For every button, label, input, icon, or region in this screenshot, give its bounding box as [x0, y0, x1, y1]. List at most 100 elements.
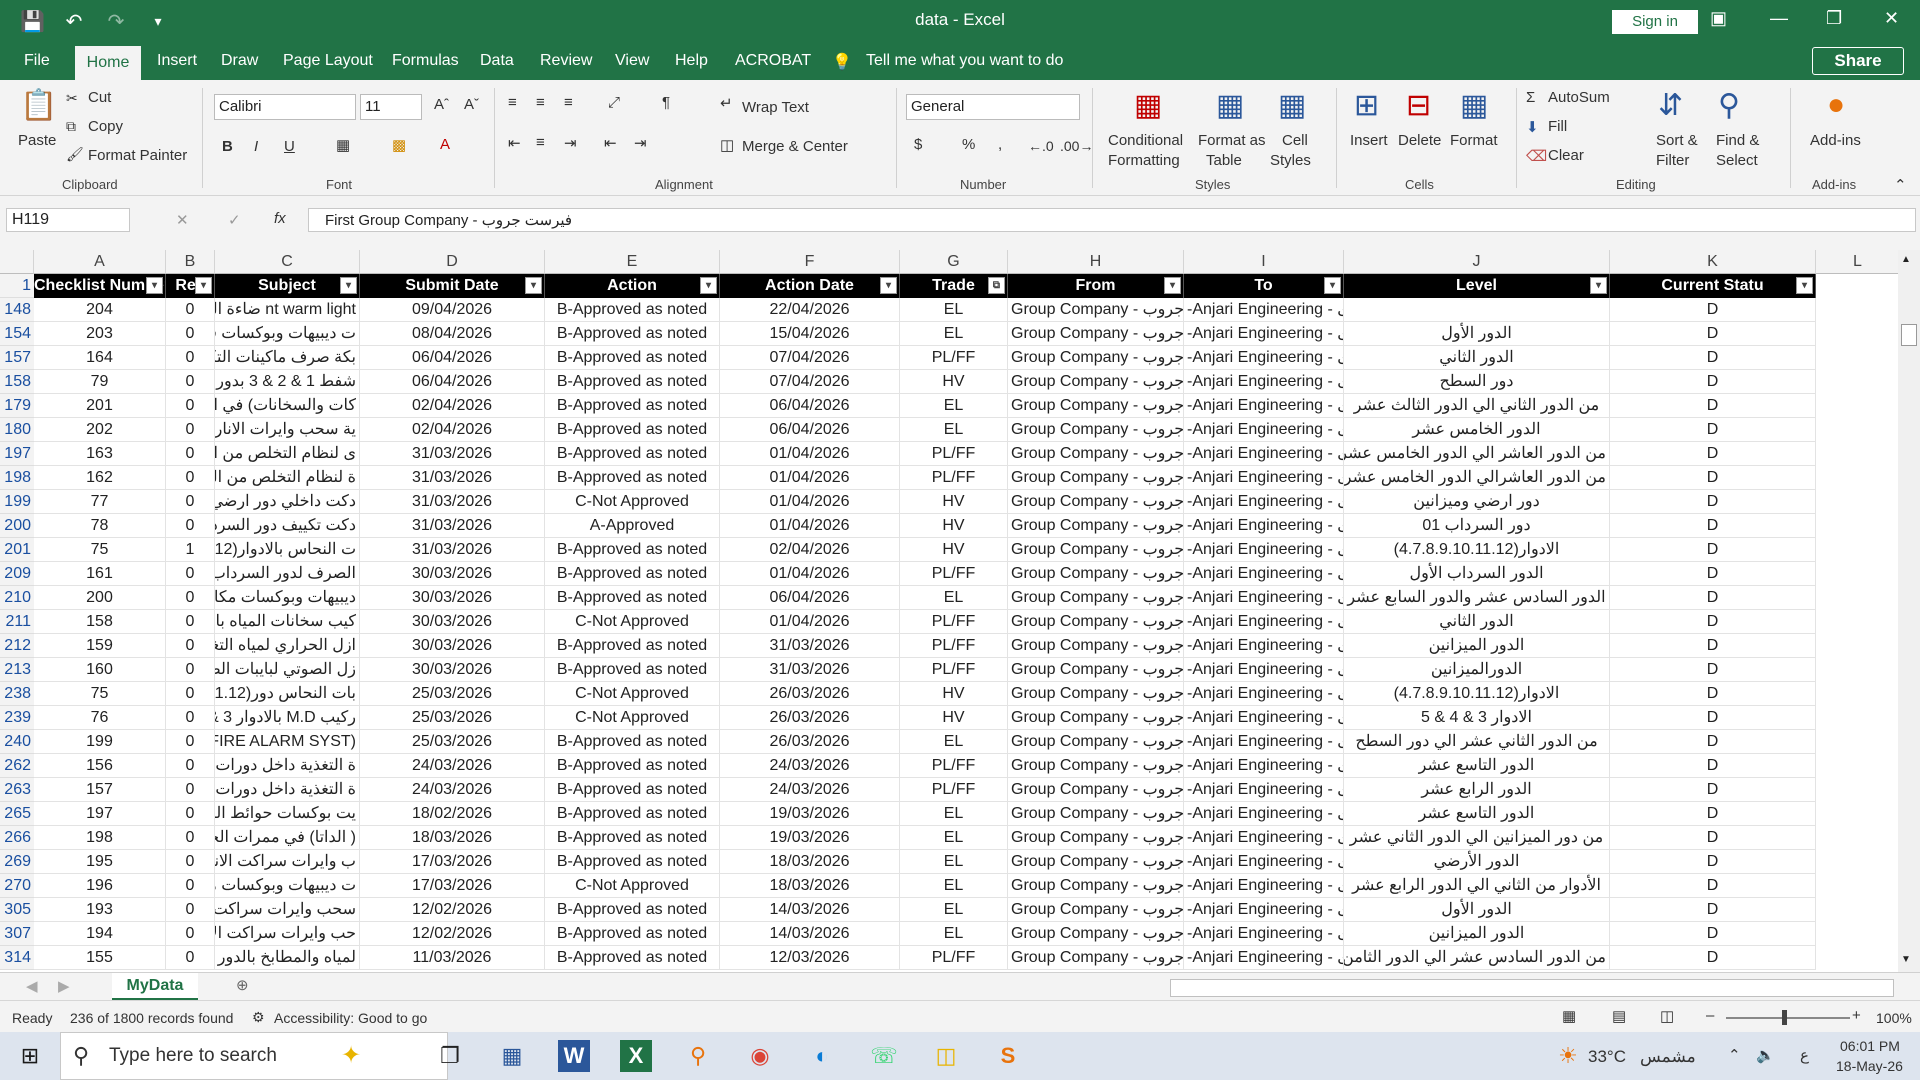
table-cell[interactable]: PL/FF [900, 946, 1008, 970]
whatsapp-icon[interactable]: ☏ [868, 1040, 900, 1072]
table-cell[interactable]: دكت تكييف دور السرداب 01 [215, 514, 360, 538]
table-cell[interactable]: B-Approved as noted [545, 538, 720, 562]
table-cell[interactable]: PL/FF [900, 658, 1008, 682]
table-cell[interactable]: -Anjari Engineering - ری [1184, 874, 1344, 898]
table-cell[interactable]: 0 [166, 946, 215, 970]
table-cell[interactable]: -Anjari Engineering - ری [1184, 850, 1344, 874]
table-cell[interactable]: 12/02/2026 [360, 922, 545, 946]
merge-center-button[interactable]: Merge & Center [742, 138, 848, 155]
table-cell[interactable]: -Anjari Engineering - ری [1184, 514, 1344, 538]
table-cell[interactable]: D [1610, 922, 1816, 946]
table-cell[interactable]: الدور السادس عشر والدور السابع عشر [1344, 586, 1610, 610]
addins-icon[interactable]: ● [1796, 88, 1876, 122]
row-header[interactable]: 199 [0, 490, 34, 514]
table-cell[interactable]: 24/03/2026 [720, 778, 900, 802]
cancel-icon[interactable]: ✕ [176, 211, 189, 229]
tab-formulas[interactable]: Formulas [392, 52, 459, 70]
row-header[interactable]: 179 [0, 394, 34, 418]
tab-view[interactable]: View [615, 52, 649, 70]
table-cell[interactable]: 195 [34, 850, 166, 874]
table-cell[interactable]: الادوار(4.7.8.9.10.11.12) [1344, 682, 1610, 706]
row-header[interactable]: 240 [0, 730, 34, 754]
shrink-font-icon[interactable]: Aˇ [464, 96, 479, 113]
align-top-icon[interactable]: ≡ [508, 94, 517, 111]
row-header[interactable]: 212 [0, 634, 34, 658]
table-cell[interactable]: D [1610, 946, 1816, 970]
table-cell[interactable]: -Anjari Engineering - ری [1184, 538, 1344, 562]
table-cell[interactable]: 24/03/2026 [360, 754, 545, 778]
table-cell[interactable]: الأدوار من الثاني الي الدور الرابع عشر [1344, 874, 1610, 898]
table-cell[interactable]: B-Approved as noted [545, 754, 720, 778]
windows-start-icon[interactable]: ⊞ [14, 1040, 46, 1072]
filter-dropdown-icon[interactable]: ▾ [195, 277, 212, 294]
restore-icon[interactable]: ❐ [1826, 8, 1842, 29]
table-cell[interactable]: 26/03/2026 [720, 682, 900, 706]
format-painter-button[interactable]: Format Painter [88, 147, 187, 164]
table-cell[interactable]: 06/04/2026 [720, 394, 900, 418]
conditional-formatting-button[interactable]: Conditional [1108, 132, 1183, 149]
table-cell[interactable]: D [1610, 538, 1816, 562]
table-cell[interactable]: 25/03/2026 [360, 730, 545, 754]
table-cell[interactable]: 26/03/2026 [720, 706, 900, 730]
font-name-select[interactable]: Calibri [214, 94, 356, 120]
table-cell[interactable]: يت بوكسات حوائط المطابخ وا [215, 802, 360, 826]
table-cell[interactable]: ية سحب وايرات الانارة والباور [215, 418, 360, 442]
table-cell[interactable]: Group Company - جروب [1008, 946, 1184, 970]
table-cell[interactable]: 25/03/2026 [360, 682, 545, 706]
table-cell[interactable]: B-Approved as noted [545, 730, 720, 754]
table-cell[interactable]: -Anjari Engineering - ری [1184, 370, 1344, 394]
row-header[interactable]: 200 [0, 514, 34, 538]
row-header[interactable]: 213 [0, 658, 34, 682]
table-header-cell[interactable]: Submit Date ▾ [360, 274, 545, 298]
table-cell[interactable]: ( الداتا) في ممرات الخدمات من [215, 826, 360, 850]
page-break-view-icon[interactable]: ◫ [1660, 1007, 1674, 1025]
filter-dropdown-icon[interactable]: ▾ [700, 277, 717, 294]
column-header-A[interactable]: A [34, 250, 166, 274]
tab-home[interactable]: Home [75, 46, 141, 80]
table-cell[interactable]: 18/03/2026 [720, 874, 900, 898]
table-cell[interactable]: D [1610, 706, 1816, 730]
table-cell[interactable]: Group Company - جروب [1008, 346, 1184, 370]
grow-font-icon[interactable]: Aˆ [434, 96, 449, 113]
italic-button[interactable]: I [254, 138, 258, 155]
table-cell[interactable]: Group Company - جروب [1008, 922, 1184, 946]
table-cell[interactable]: -Anjari Engineering - ری [1184, 466, 1344, 490]
weather-temp[interactable]: 33°C [1588, 1047, 1626, 1067]
table-cell[interactable]: من الدور السادس عشر الي الدور الثامن عشر [1344, 946, 1610, 970]
row-header[interactable]: 263 [0, 778, 34, 802]
table-cell[interactable]: 01/04/2026 [720, 490, 900, 514]
zoom-in-icon[interactable]: + [1852, 1007, 1861, 1024]
table-cell[interactable]: Group Company - جروب [1008, 850, 1184, 874]
table-header-cell[interactable]: Action Date ▾ [720, 274, 900, 298]
table-cell[interactable]: 17/03/2026 [360, 874, 545, 898]
table-cell[interactable]: ت ديبيهات وبوكسات مكتب رق [215, 874, 360, 898]
table-cell[interactable]: 31/03/2026 [360, 490, 545, 514]
table-cell[interactable]: C-Not Approved [545, 874, 720, 898]
table-cell[interactable]: B-Approved as noted [545, 298, 720, 322]
file-explorer-icon[interactable]: ◫ [930, 1040, 962, 1072]
increase-decimal-icon[interactable]: ←.0 [1028, 138, 1054, 154]
table-cell[interactable]: B-Approved as noted [545, 850, 720, 874]
table-cell[interactable]: ب وايرات سراكت الانارة وانارة الط [215, 850, 360, 874]
table-cell[interactable]: 157 [34, 778, 166, 802]
table-cell[interactable]: 26/03/2026 [720, 730, 900, 754]
table-cell[interactable]: B-Approved as noted [545, 586, 720, 610]
table-header-cell[interactable]: Checklist Number ▾ [34, 274, 166, 298]
table-cell[interactable]: Group Company - جروب [1008, 778, 1184, 802]
row-header[interactable]: 211 [0, 610, 34, 634]
table-cell[interactable]: 200 [34, 586, 166, 610]
decrease-decimal-icon[interactable]: .00→ [1060, 138, 1093, 154]
table-cell[interactable]: Group Company - جروب [1008, 730, 1184, 754]
table-cell[interactable]: A-Approved [545, 514, 720, 538]
table-cell[interactable]: الادوار(4.7.8.9.10.11.12) [1344, 538, 1610, 562]
table-cell[interactable]: دكت داخلي دور ارضي وميزانين [215, 490, 360, 514]
table-cell[interactable]: 1 [166, 538, 215, 562]
table-cell[interactable]: 204 [34, 298, 166, 322]
table-cell[interactable]: الادوار 3 & 4 & 5 [1344, 706, 1610, 730]
column-header-I[interactable]: I [1184, 250, 1344, 274]
cut-button[interactable]: Cut [88, 89, 111, 106]
share-button[interactable]: Share [1812, 47, 1904, 75]
table-cell[interactable]: من الدور العاشر الي الدور الخامس عشر [1344, 442, 1610, 466]
table-cell[interactable]: EL [900, 802, 1008, 826]
enter-icon[interactable]: ✓ [228, 211, 241, 229]
